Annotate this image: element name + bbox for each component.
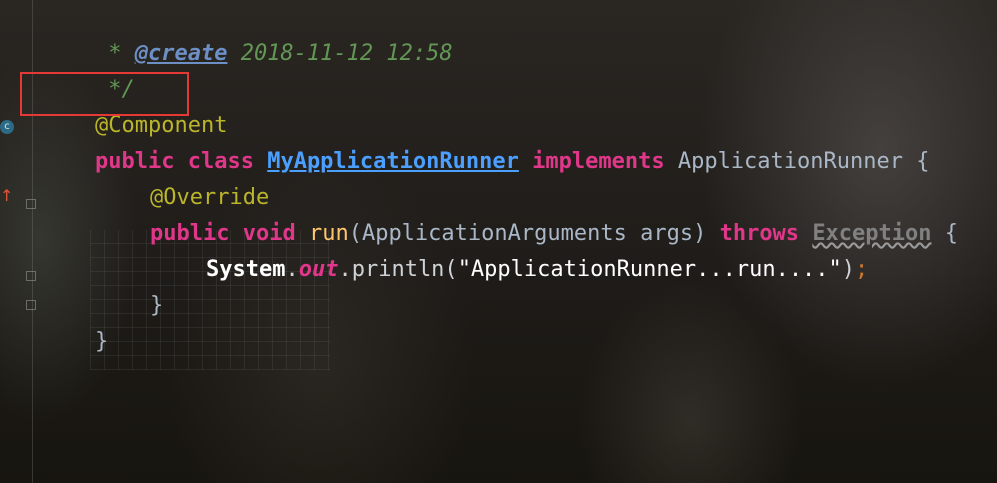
comment-date: 2018-11-12 12:58 (227, 41, 453, 66)
javadoc-create-tag: @create (134, 41, 228, 66)
code-line-override: @Override (97, 153, 269, 210)
interface-name: ApplicationRunner (677, 149, 903, 174)
code-line-class-decl: public class MyApplicationRunner impleme… (42, 117, 930, 174)
spring-bean-icon[interactable]: c (0, 120, 14, 134)
code-line-class-close: } (42, 297, 108, 354)
code-line-method-decl: public void run(ApplicationArguments arg… (97, 189, 958, 246)
semicolon: ; (855, 257, 869, 282)
code-line-comment-create: * @create 2018-11-12 12:58 (42, 9, 452, 66)
method-close-brace: } (149, 293, 164, 318)
class-close-brace: } (94, 329, 109, 354)
string-literal: "ApplicationRunner...run...." (457, 257, 842, 282)
code-line-println: System.out.println("ApplicationRunner...… (153, 225, 868, 282)
close-paren: ) (841, 257, 856, 282)
override-arrow-icon[interactable]: ↑ (0, 188, 13, 204)
code-line-method-close: } (97, 261, 163, 318)
method-open-brace: { (931, 221, 959, 246)
class-name[interactable]: MyApplicationRunner (267, 149, 519, 174)
println-call: .println( (338, 257, 458, 282)
fold-marker-method[interactable] (26, 199, 36, 209)
class-open-brace: { (903, 149, 930, 174)
fold-marker-method-end[interactable] (26, 271, 36, 281)
dot-operator: . (285, 257, 299, 282)
fold-marker-class-end[interactable] (26, 300, 36, 310)
code-line-comment-end: */ (42, 45, 135, 102)
component-highlight-box (20, 72, 189, 116)
static-field-out: out (298, 257, 339, 282)
keyword-implements: implements (532, 149, 665, 174)
system-class: System (205, 257, 286, 282)
